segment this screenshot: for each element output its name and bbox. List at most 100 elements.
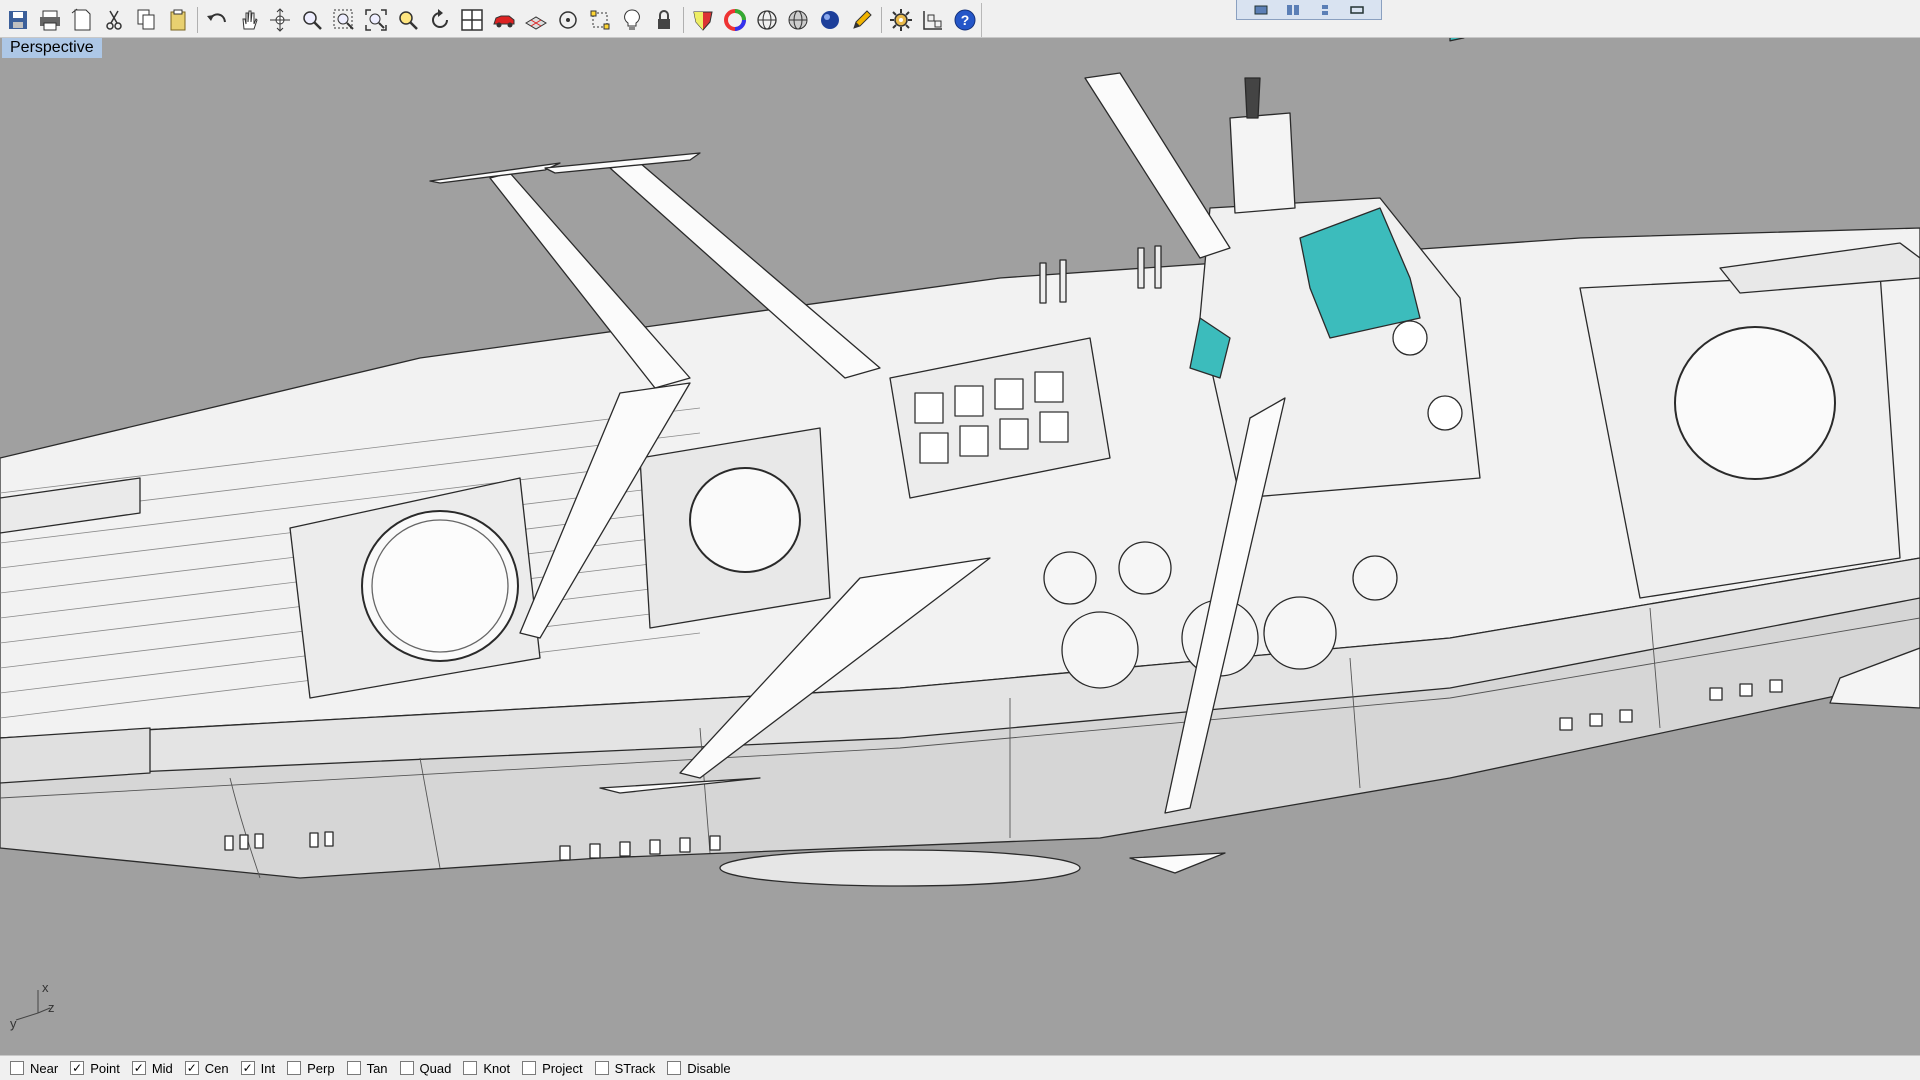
save-button[interactable]	[3, 5, 33, 35]
zoom-icon	[303, 11, 323, 30]
car-button[interactable]	[489, 5, 519, 35]
print-icon	[39, 10, 60, 31]
second-turret	[639, 427, 831, 629]
lightbulb-button[interactable]	[617, 5, 647, 35]
undo-view-icon	[432, 9, 449, 28]
print-button[interactable]	[35, 5, 65, 35]
settings-gear-button[interactable]	[886, 5, 916, 35]
osnap-checkbox[interactable]	[10, 1061, 24, 1075]
render-sphere-button[interactable]	[815, 5, 845, 35]
axes-icon	[15, 990, 51, 1021]
undo-button[interactable]	[202, 5, 232, 35]
paste-button[interactable]	[163, 5, 193, 35]
osnap-quad[interactable]: Quad	[399, 1060, 452, 1076]
lightbulb-icon	[623, 9, 640, 30]
perspective-viewport[interactable]: Perspective x y z	[0, 38, 1920, 1055]
copy-button[interactable]	[131, 5, 161, 35]
axis-z-label: z	[48, 1000, 55, 1015]
zoom-extents-button[interactable]	[361, 5, 391, 35]
osnap-label: Disable	[687, 1060, 731, 1076]
material-shield-icon	[693, 11, 713, 31]
four-viewports-icon	[461, 9, 483, 31]
osnap-strack[interactable]: STrack	[594, 1061, 655, 1076]
zoom-window-button[interactable]	[329, 5, 359, 35]
viewport-title[interactable]: Perspective	[2, 38, 102, 58]
osnap-checkbox[interactable]	[399, 1061, 414, 1075]
pencil-button[interactable]	[847, 5, 877, 35]
cut-button[interactable]	[99, 5, 129, 35]
osnap-knot[interactable]: Knot	[463, 1061, 510, 1076]
osnap-near[interactable]: Near	[10, 1061, 58, 1076]
floating-tool-icon[interactable]	[1350, 4, 1364, 16]
pan-hand-button[interactable]	[234, 5, 264, 35]
color-wheel-button[interactable]	[720, 5, 750, 35]
osnap-checkbox[interactable]: ✓	[70, 1061, 85, 1075]
osnap-toolbar: Near ✓ Point ✓ Mid ✓ Cen ✓ Int Perp Tan Quad Knot Pro…	[0, 1055, 1920, 1080]
zoom-selected-button[interactable]	[393, 5, 423, 35]
osnap-int[interactable]: ✓ Int	[240, 1061, 275, 1076]
osnap-checkbox[interactable]	[522, 1061, 537, 1075]
aft-turret	[1579, 242, 1920, 599]
pencil-icon	[853, 10, 873, 29]
standard-toolbar: ?	[0, 3, 982, 37]
toolbar-separator	[881, 7, 883, 33]
shaded-sphere-button[interactable]	[784, 5, 814, 35]
osnap-project[interactable]: Project	[522, 1060, 583, 1076]
material-shield-button[interactable]	[688, 5, 718, 35]
circle-point-button[interactable]	[553, 5, 583, 35]
axis-x-label: x	[42, 980, 49, 995]
cplane-button[interactable]	[918, 5, 948, 35]
save-icon	[8, 11, 27, 29]
osnap-checkbox[interactable]	[287, 1061, 302, 1075]
osnap-tan[interactable]: Tan	[346, 1060, 388, 1076]
osnap-label: Near	[30, 1060, 59, 1076]
zoom-window-icon	[333, 9, 355, 30]
svg-text:?: ?	[961, 12, 970, 28]
osnap-label: Point	[90, 1060, 120, 1076]
floating-tool-icon[interactable]	[1254, 4, 1268, 16]
osnap-label: Cen	[204, 1060, 229, 1076]
bridge-tower	[1189, 38, 1481, 499]
osnap-checkbox[interactable]	[594, 1061, 609, 1075]
copy-icon	[137, 9, 155, 30]
new-page-button[interactable]	[67, 5, 97, 35]
help-button[interactable]: ?	[950, 5, 980, 35]
wireframe-sphere-button[interactable]	[752, 5, 782, 35]
select-points-icon	[590, 10, 610, 30]
cplane-icon	[923, 11, 943, 30]
rotate-view-button[interactable]	[266, 5, 296, 35]
settings-gear-icon	[890, 9, 913, 31]
axis-y-label: y	[10, 1016, 17, 1031]
port-lower-rail	[0, 727, 151, 784]
grid-plane-button[interactable]	[521, 5, 551, 35]
toolbar-separator	[682, 7, 684, 33]
osnap-checkbox[interactable]: ✓	[240, 1061, 255, 1075]
floating-tool-icon[interactable]	[1318, 4, 1332, 16]
lock-button[interactable]	[649, 5, 679, 35]
osnap-label: Quad	[419, 1060, 452, 1076]
zoom-button[interactable]	[297, 5, 327, 35]
spaceship-model[interactable]	[0, 38, 1920, 1055]
osnap-cen[interactable]: ✓ Cen	[184, 1060, 229, 1076]
osnap-checkbox[interactable]	[463, 1061, 478, 1075]
osnap-checkbox[interactable]: ✓	[131, 1061, 146, 1075]
osnap-checkbox[interactable]	[346, 1061, 361, 1075]
osnap-label: Project	[542, 1060, 583, 1076]
select-points-button[interactable]	[585, 5, 615, 35]
floating-toolbar[interactable]	[1236, 0, 1382, 20]
cut-icon	[106, 10, 122, 30]
osnap-disable[interactable]: Disable	[667, 1060, 731, 1076]
undo-view-button[interactable]	[425, 5, 455, 35]
lock-icon	[657, 10, 670, 29]
four-viewports-button[interactable]	[457, 5, 487, 35]
floating-tool-icon[interactable]	[1286, 4, 1300, 16]
osnap-checkbox[interactable]: ✓	[184, 1061, 199, 1075]
pan-hand-icon	[241, 10, 258, 30]
osnap-checkbox[interactable]	[667, 1061, 682, 1075]
osnap-mid[interactable]: ✓ Mid	[131, 1061, 173, 1076]
grid-plane-icon	[524, 16, 547, 30]
osnap-point[interactable]: ✓ Point	[70, 1061, 120, 1076]
osnap-perp[interactable]: Perp	[287, 1061, 335, 1076]
osnap-label: Tan	[366, 1060, 388, 1076]
paste-icon	[170, 9, 186, 31]
